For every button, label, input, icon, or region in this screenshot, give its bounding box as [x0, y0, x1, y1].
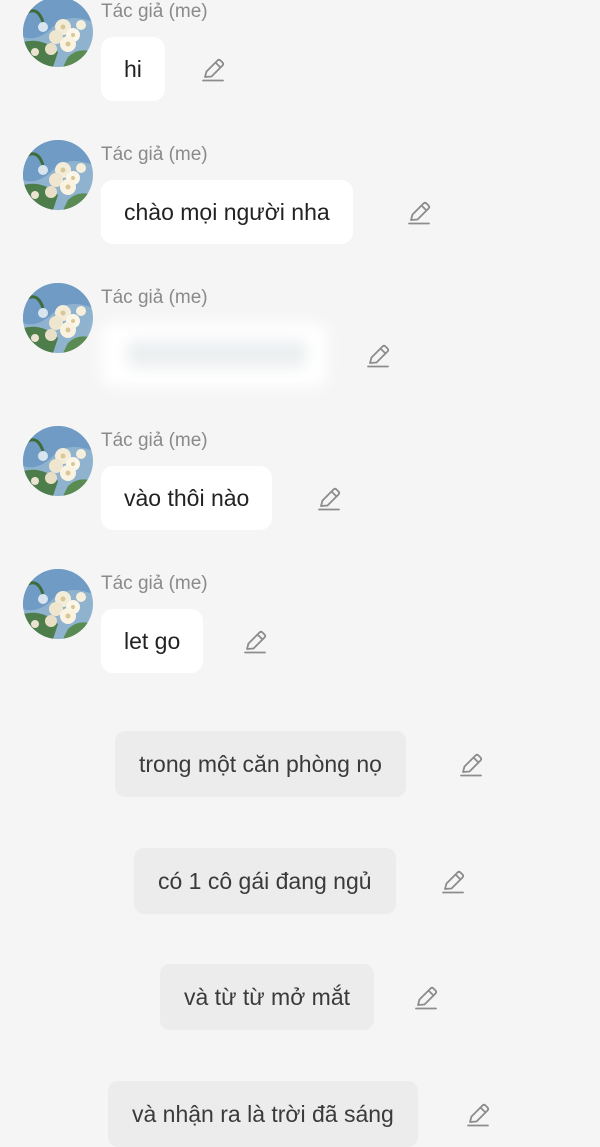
pencil-icon[interactable]: [413, 985, 439, 1011]
pencil-icon[interactable]: [440, 869, 466, 895]
narration-bubble[interactable]: trong một căn phòng nọ: [115, 731, 406, 797]
avatar[interactable]: [23, 569, 93, 639]
message-bubble[interactable]: vào thôi nào: [101, 466, 273, 530]
blurred-content: [101, 323, 327, 387]
avatar[interactable]: [23, 0, 93, 67]
author-name: Tác giả (me): [101, 573, 208, 594]
message-group: Tác giả (me) vào thôi nào: [0, 429, 600, 569]
narration-bubble[interactable]: có 1 cô gái đang ngủ: [134, 848, 396, 914]
avatar[interactable]: [23, 426, 93, 496]
pencil-icon[interactable]: [406, 200, 432, 226]
message-bubble[interactable]: let go: [101, 609, 204, 673]
author-name: Tác giả (me): [101, 144, 208, 165]
author-name: Tác giả (me): [101, 430, 208, 451]
flower-avatar-image: [23, 140, 93, 210]
avatar[interactable]: [23, 140, 93, 210]
pencil-icon[interactable]: [465, 1102, 491, 1128]
message-bubble[interactable]: hi: [101, 37, 165, 101]
flower-avatar-image: [23, 569, 93, 639]
message-group: Tác giả (me) let go: [0, 572, 600, 712]
pencil-icon[interactable]: [458, 752, 484, 778]
message-group: Tác giả (me) chào mọi người nha: [0, 143, 600, 283]
flower-avatar-image: [23, 283, 93, 353]
avatar[interactable]: [23, 283, 93, 353]
flower-avatar-image: [23, 0, 93, 67]
message-bubble-blurred[interactable]: [101, 323, 341, 387]
author-name: Tác giả (me): [101, 1, 208, 22]
pencil-icon[interactable]: [242, 629, 268, 655]
pencil-icon[interactable]: [316, 486, 342, 512]
author-name: Tác giả (me): [101, 287, 208, 308]
pencil-icon[interactable]: [365, 343, 391, 369]
message-bubble[interactable]: chào mọi người nha: [101, 180, 353, 244]
pencil-icon[interactable]: [200, 57, 226, 83]
narration-bubble[interactable]: và từ từ mở mắt: [160, 964, 375, 1030]
chat-thread: Tác giả (me) hi Tác giả (me) chào mọi ng…: [0, 0, 600, 1147]
message-group: Tác giả (me) hi: [0, 0, 600, 140]
message-group: Tác giả (me): [0, 286, 600, 426]
flower-avatar-image: [23, 426, 93, 496]
narration-bubble[interactable]: và nhận ra là trời đã sáng: [108, 1081, 418, 1147]
